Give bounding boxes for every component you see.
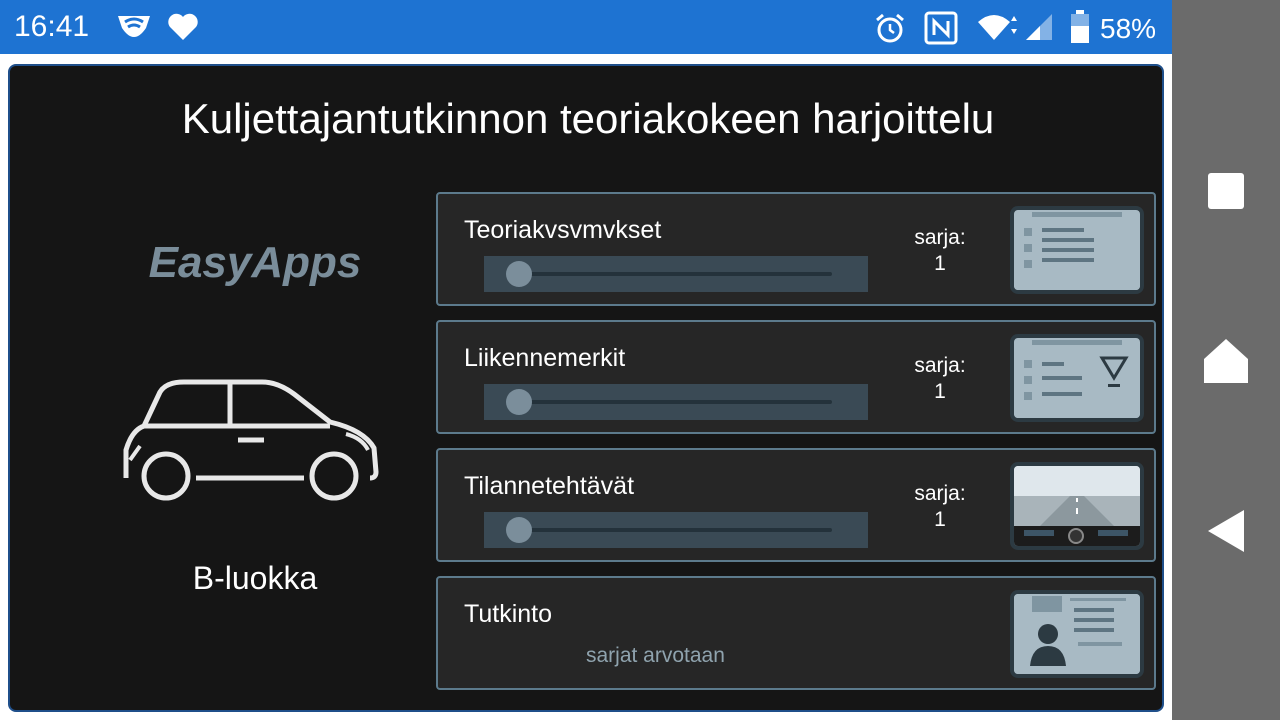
battery-level: 58% <box>1100 13 1157 44</box>
progress-slider[interactable] <box>484 256 868 292</box>
slider-knob[interactable] <box>506 389 532 415</box>
shield-wifi-icon <box>118 16 150 37</box>
battery-icon <box>1071 10 1089 43</box>
traffic-sign-card-icon <box>1010 334 1144 422</box>
series-label: sarja: <box>914 354 966 377</box>
category-row-situations[interactable]: Tilannetehtävät sarja: 1 <box>436 448 1156 562</box>
nfc-icon <box>924 11 958 45</box>
app-card: Kuljettajantutkinnon teoriakokeen harjoi… <box>8 64 1164 712</box>
question-card-icon <box>1010 206 1144 294</box>
recent-apps-button[interactable] <box>1172 146 1280 236</box>
progress-slider[interactable] <box>484 384 868 420</box>
series-label: sarja: <box>914 482 966 505</box>
series-value: 1 <box>934 380 946 403</box>
category-label: Liikennemerkit <box>464 344 626 372</box>
status-bar: 16:41 58% <box>0 0 1172 54</box>
status-time: 16:41 <box>14 10 90 43</box>
progress-slider[interactable] <box>484 512 868 548</box>
home-button[interactable] <box>1172 316 1280 406</box>
series-label: sarja: <box>914 226 966 249</box>
driving-view-icon <box>1010 462 1144 550</box>
category-row-signs[interactable]: Liikennemerkit sarja: 1 <box>436 320 1156 434</box>
category-label: Teoriakvsvmvkset <box>464 216 662 244</box>
heart-icon <box>168 13 198 40</box>
recent-apps-icon <box>1208 173 1244 209</box>
back-button[interactable] <box>1172 486 1280 576</box>
alarm-icon <box>876 13 904 43</box>
signal-icon <box>1026 14 1052 40</box>
category-subtitle: sarjat arvotaan <box>586 644 725 667</box>
car-icon <box>123 379 379 501</box>
category-row-exam[interactable]: Tutkinto sarjat arvotaan <box>436 576 1156 690</box>
home-icon <box>1204 339 1248 383</box>
slider-knob[interactable] <box>506 517 532 543</box>
id-card-icon <box>1010 590 1144 678</box>
wifi-icon <box>978 15 1017 40</box>
series-value: 1 <box>934 508 946 531</box>
app-title: Kuljettajantutkinnon teoriakokeen harjoi… <box>181 95 995 142</box>
category-label: Tutkinto <box>464 600 553 628</box>
navigation-bar <box>1172 0 1280 720</box>
category-row-theory[interactable]: Teoriakvsvmvkset sarja: 1 <box>436 192 1156 306</box>
class-label: B-luokka <box>192 560 318 596</box>
brand-logo: EasyApps <box>148 238 362 287</box>
series-value: 1 <box>934 252 946 275</box>
back-icon <box>1208 510 1244 552</box>
category-label: Tilannetehtävät <box>464 472 635 500</box>
slider-knob[interactable] <box>506 261 532 287</box>
